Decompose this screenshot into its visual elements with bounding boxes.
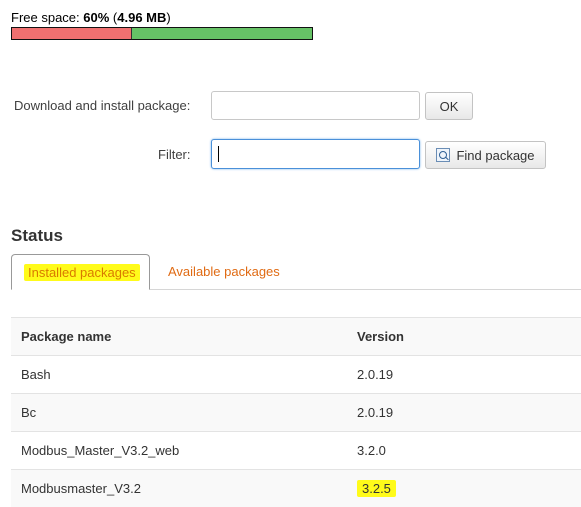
- package-version-cell: 2.0.19: [347, 394, 581, 432]
- package-name-cell: Modbusmaster_V3.2: [11, 470, 347, 507]
- package-version-cell: 3.2.0: [347, 432, 581, 470]
- package-name-cell: Bc: [11, 394, 347, 432]
- table-row: Bash 2.0.19: [11, 356, 581, 394]
- tab-installed-packages[interactable]: Installed packages: [11, 254, 150, 290]
- free-space-bar: [11, 27, 313, 40]
- used-space-fill: [12, 28, 132, 39]
- package-name-cell: Modbus_Master_V3.2_web: [11, 432, 347, 470]
- status-heading: Status: [11, 226, 63, 246]
- free-space-label: Free space:: [11, 10, 80, 25]
- highlighted-version: 3.2.5: [357, 480, 396, 497]
- find-package-button[interactable]: Find package: [425, 141, 546, 169]
- tab-available-packages[interactable]: Available packages: [168, 264, 280, 279]
- ok-button[interactable]: OK: [425, 92, 473, 120]
- text-cursor: [218, 146, 219, 162]
- install-package-input[interactable]: [211, 91, 420, 120]
- filter-input[interactable]: [211, 139, 420, 169]
- packages-table: Package name Version Bash 2.0.19 Bc 2.0.…: [11, 317, 581, 507]
- free-space-percent: 60%: [83, 10, 109, 25]
- free-space-text: Free space: 60% (4.96 MB): [11, 10, 171, 25]
- package-version-cell: 3.2.5: [347, 470, 581, 507]
- package-name-cell: Bash: [11, 356, 347, 394]
- table-row: Modbusmaster_V3.2 3.2.5: [11, 470, 581, 507]
- table-row: Modbus_Master_V3.2_web 3.2.0: [11, 432, 581, 470]
- column-header-package-name: Package name: [11, 318, 347, 356]
- free-space-size: 4.96 MB: [117, 10, 166, 25]
- package-version-cell: 2.0.19: [347, 356, 581, 394]
- column-header-version: Version: [347, 318, 581, 356]
- install-package-label: Download and install package:: [14, 98, 190, 113]
- search-icon: [436, 148, 450, 162]
- table-header-row: Package name Version: [11, 318, 581, 356]
- tab-installed-label: Installed packages: [24, 264, 140, 281]
- filter-label: Filter:: [158, 147, 191, 162]
- find-package-label: Find package: [456, 148, 534, 163]
- table-row: Bc 2.0.19: [11, 394, 581, 432]
